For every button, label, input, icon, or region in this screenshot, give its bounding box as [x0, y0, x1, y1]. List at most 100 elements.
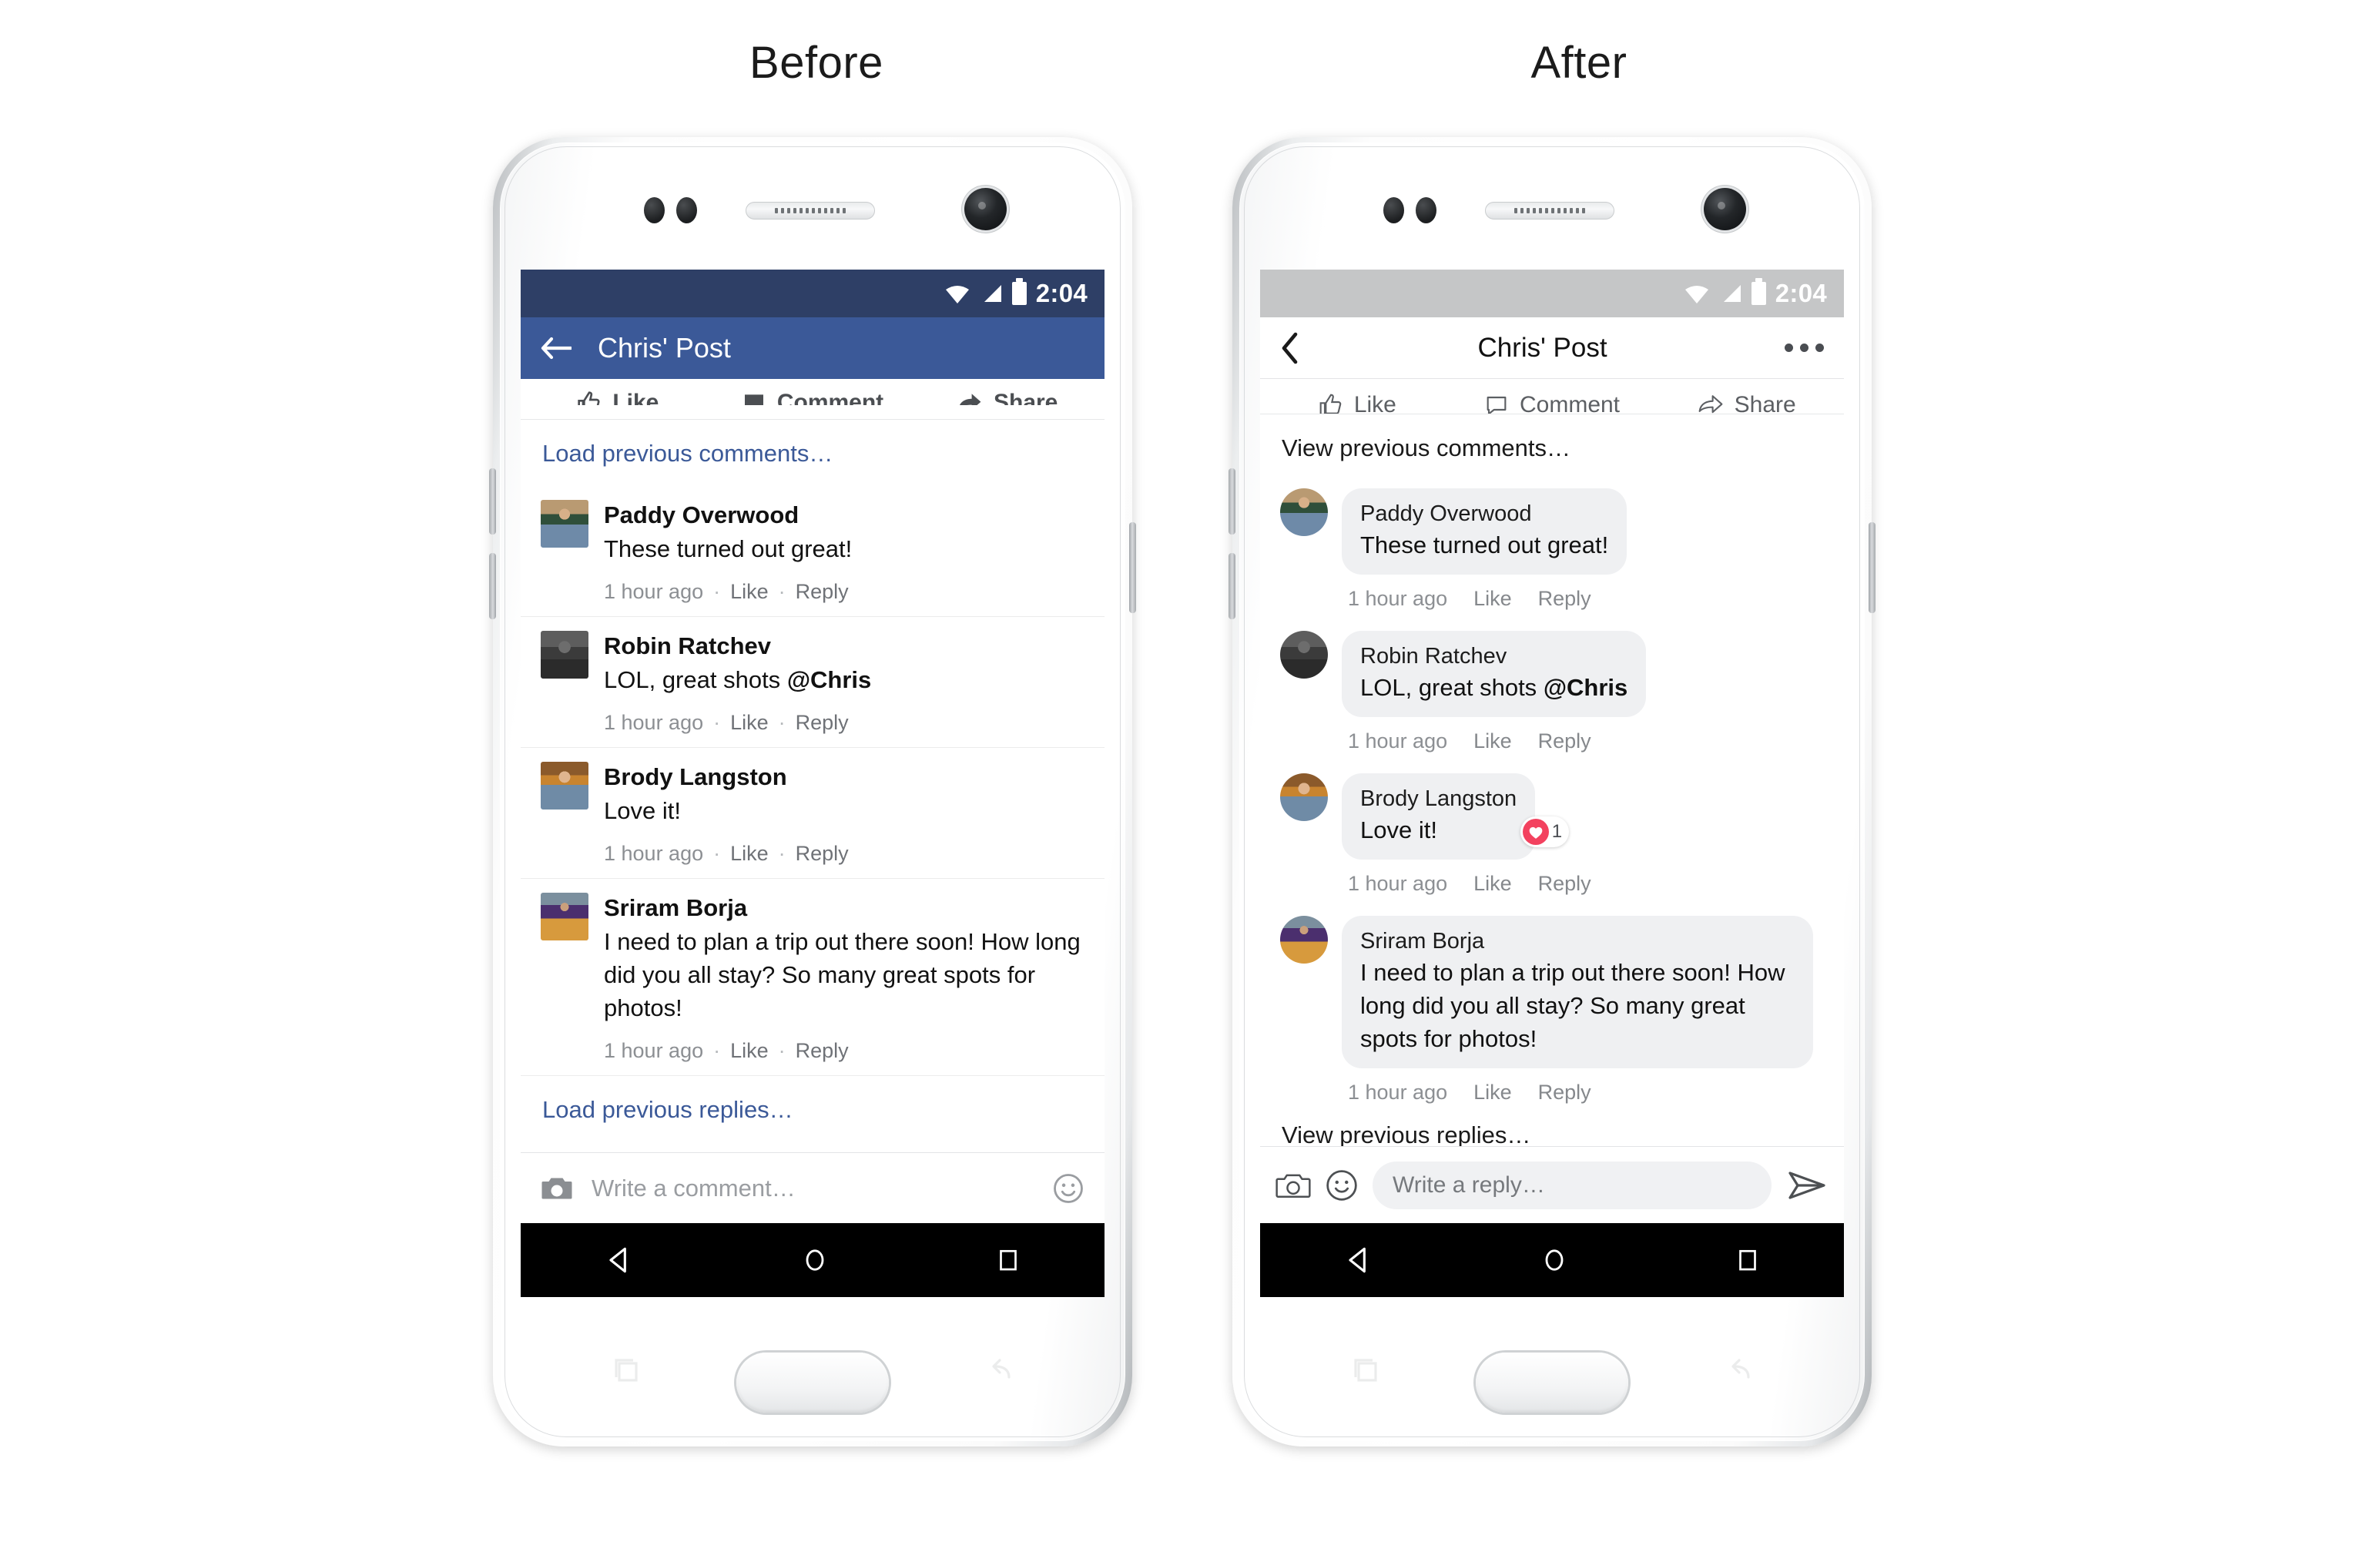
- reply-input[interactable]: Write a reply…: [1373, 1161, 1772, 1209]
- reply-composer[interactable]: Write a reply…: [1260, 1146, 1844, 1223]
- comment-reply-action[interactable]: Reply: [1538, 1081, 1591, 1105]
- comment-row[interactable]: Robin Ratchev LOL, great shots @Chris 1 …: [521, 617, 1105, 749]
- like-button[interactable]: Like: [521, 379, 716, 405]
- comments-feed[interactable]: View previous comments… Paddy Overwood T…: [1260, 414, 1844, 1146]
- comment-row[interactable]: Brody Langston Love it! 1 hour ago · Lik…: [521, 748, 1105, 880]
- nav-recents-square-icon[interactable]: [994, 1245, 1023, 1275]
- nav-home-circle-icon[interactable]: [1539, 1245, 1570, 1276]
- comment-meta: 1 hour ago · Like · Reply: [604, 580, 1084, 604]
- comment-label: Comment: [776, 390, 884, 405]
- meta-separator: ·: [713, 842, 721, 866]
- comment-like-action[interactable]: Like: [1473, 587, 1512, 611]
- home-button[interactable]: [1476, 1353, 1628, 1413]
- share-button[interactable]: Share: [1649, 380, 1844, 414]
- comment-button[interactable]: Comment: [716, 379, 910, 405]
- load-previous-replies-link[interactable]: Load previous replies…: [521, 1076, 1105, 1142]
- load-previous-comments-link[interactable]: Load previous comments…: [521, 420, 1105, 486]
- view-previous-replies-link[interactable]: View previous replies…: [1260, 1115, 1844, 1146]
- camera-icon[interactable]: [1275, 1170, 1311, 1201]
- share-arrow-icon: [960, 394, 981, 405]
- page-title: Chris' Post: [598, 332, 731, 364]
- comment-like-action[interactable]: Like: [1473, 872, 1512, 896]
- capacitive-recents-icon[interactable]: [608, 1353, 645, 1389]
- clock-time: 2:04: [1035, 279, 1088, 307]
- comment-reply-action[interactable]: Reply: [796, 711, 849, 735]
- screen-after: 2:04 Chris' Post Like Comment Share View…: [1260, 270, 1844, 1297]
- home-button[interactable]: [736, 1353, 889, 1413]
- camera-icon[interactable]: [541, 1175, 573, 1202]
- light-sensor-icon: [676, 197, 697, 223]
- comment-row-clipped[interactable]: Kory Welch: [521, 1142, 1105, 1152]
- avatar: [541, 893, 588, 941]
- smiley-icon[interactable]: [1052, 1172, 1084, 1205]
- arrow-back-icon[interactable]: [541, 337, 572, 360]
- comment-row[interactable]: Sriram Borja I need to plan a trip out t…: [1260, 907, 1844, 1115]
- front-camera-icon: [964, 188, 1007, 230]
- avatar: [1280, 631, 1328, 679]
- volume-down-button[interactable]: [489, 553, 496, 619]
- like-button[interactable]: Like: [1260, 380, 1455, 414]
- comment-timestamp: 1 hour ago: [604, 1038, 704, 1062]
- nav-back-triangle-icon[interactable]: [1342, 1243, 1376, 1277]
- comment-reply-action[interactable]: Reply: [796, 580, 849, 604]
- chevron-back-icon[interactable]: [1280, 332, 1300, 364]
- heart-reaction-icon: [1522, 819, 1549, 846]
- comment-author: Brody Langston: [604, 763, 787, 791]
- comment-row[interactable]: Paddy Overwood These turned out great! 1…: [521, 486, 1105, 618]
- comment-text: I need to plan a trip out there soon! Ho…: [604, 928, 1081, 1022]
- comment-author: Robin Ratchev: [604, 632, 772, 660]
- view-previous-comments-link[interactable]: View previous comments…: [1260, 414, 1844, 479]
- phone-after: 2:04 Chris' Post Like Comment Share View…: [1229, 137, 1876, 1446]
- comment-like-action[interactable]: Like: [1473, 1081, 1512, 1105]
- comment-reply-action[interactable]: Reply: [1538, 872, 1591, 896]
- comment-like-action[interactable]: Like: [730, 711, 769, 735]
- volume-up-button[interactable]: [1229, 468, 1235, 535]
- comment-row[interactable]: Robin Ratchev LOL, great shots @Chris 1 …: [1260, 622, 1844, 764]
- avatar: [541, 500, 588, 548]
- meta-separator: ·: [713, 1038, 721, 1062]
- comment-like-action[interactable]: Like: [730, 580, 769, 604]
- avatar: [1280, 773, 1328, 822]
- android-nav-bar: [1260, 1223, 1844, 1297]
- comment-like-action[interactable]: Like: [730, 1039, 769, 1063]
- comment-row[interactable]: Brody Langston Love it! 1 1 hour ago Lik…: [1260, 764, 1844, 907]
- volume-down-button[interactable]: [1229, 553, 1235, 619]
- comment-row[interactable]: Sriram Borja I need to plan a trip out t…: [521, 879, 1105, 1076]
- comment-button[interactable]: Comment: [1455, 380, 1650, 414]
- overflow-menu-icon[interactable]: [1785, 344, 1824, 352]
- comment-row[interactable]: Paddy Overwood These turned out great! 1…: [1260, 479, 1844, 622]
- comments-feed[interactable]: Load previous comments… Paddy Overwood T…: [521, 420, 1105, 1152]
- reaction-badge[interactable]: 1: [1520, 816, 1570, 848]
- comment-timestamp: 1 hour ago: [604, 580, 704, 604]
- power-button[interactable]: [1869, 522, 1876, 613]
- comment-text: I need to plan a trip out there soon! Ho…: [1360, 959, 1785, 1052]
- comment-composer[interactable]: Write a comment…: [521, 1152, 1105, 1223]
- meta-separator: ·: [713, 711, 721, 735]
- capacitive-back-icon[interactable]: [1719, 1353, 1756, 1389]
- capacitive-recents-icon[interactable]: [1348, 1353, 1385, 1389]
- proximity-sensor-icon: [644, 197, 665, 223]
- comment-text: LOL, great shots @Chris: [1360, 674, 1628, 702]
- avatar: [541, 631, 588, 679]
- smiley-icon[interactable]: [1325, 1168, 1359, 1202]
- comment-reply-action[interactable]: Reply: [1538, 587, 1591, 611]
- send-paperplane-icon[interactable]: [1785, 1166, 1829, 1205]
- comment-meta: 1 hour ago · Like · Reply: [604, 842, 1084, 866]
- comment-like-action[interactable]: Like: [730, 842, 769, 866]
- nav-home-circle-icon[interactable]: [799, 1245, 830, 1276]
- share-button[interactable]: Share: [910, 379, 1105, 405]
- comment-mention[interactable]: @Chris: [787, 666, 871, 693]
- comment-reply-action[interactable]: Reply: [796, 1039, 849, 1063]
- comment-input[interactable]: Write a comment…: [592, 1175, 1034, 1202]
- capacitive-back-icon[interactable]: [980, 1353, 1017, 1389]
- comment-reply-action[interactable]: Reply: [796, 842, 849, 866]
- comment-reply-action[interactable]: Reply: [1538, 729, 1591, 753]
- nav-recents-square-icon[interactable]: [1733, 1245, 1762, 1275]
- reaction-count: 1: [1551, 821, 1563, 843]
- power-button[interactable]: [1129, 522, 1136, 613]
- volume-up-button[interactable]: [489, 468, 496, 535]
- comment-like-action[interactable]: Like: [1473, 729, 1512, 753]
- comment-mention[interactable]: @Chris: [1544, 674, 1627, 701]
- comment-meta: 1 hour ago Like Reply: [1348, 1081, 1824, 1105]
- nav-back-triangle-icon[interactable]: [602, 1243, 636, 1277]
